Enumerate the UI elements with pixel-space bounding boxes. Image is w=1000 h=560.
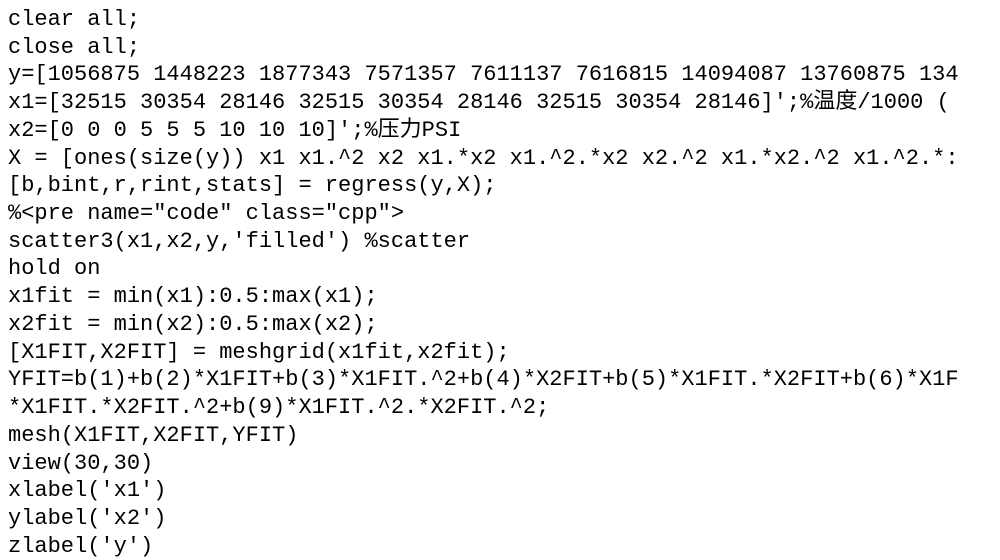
- code-line: x1fit = min(x1):0.5:max(x1);: [8, 283, 992, 311]
- code-line: close all;: [8, 34, 992, 62]
- code-line: x2=[0 0 0 5 5 5 10 10 10]';%压力PSI: [8, 117, 992, 145]
- code-block: clear all; close all; y=[1056875 1448223…: [8, 6, 992, 560]
- code-line: xlabel('x1'): [8, 477, 992, 505]
- code-line: [X1FIT,X2FIT] = meshgrid(x1fit,x2fit);: [8, 339, 992, 367]
- code-line: %<pre name="code" class="cpp">: [8, 200, 992, 228]
- code-line: X = [ones(size(y)) x1 x1.^2 x2 x1.*x2 x1…: [8, 145, 992, 173]
- code-line: x2fit = min(x2):0.5:max(x2);: [8, 311, 992, 339]
- code-line: clear all;: [8, 6, 992, 34]
- code-line: view(30,30): [8, 450, 992, 478]
- code-line: zlabel('y'): [8, 533, 992, 560]
- code-line: YFIT=b(1)+b(2)*X1FIT+b(3)*X1FIT.^2+b(4)*…: [8, 366, 992, 394]
- code-line: *X1FIT.*X2FIT.^2+b(9)*X1FIT.^2.*X2FIT.^2…: [8, 394, 992, 422]
- code-line: [b,bint,r,rint,stats] = regress(y,X);: [8, 172, 992, 200]
- code-line: scatter3(x1,x2,y,'filled') %scatter: [8, 228, 992, 256]
- code-line: hold on: [8, 255, 992, 283]
- code-line: mesh(X1FIT,X2FIT,YFIT): [8, 422, 992, 450]
- code-line: y=[1056875 1448223 1877343 7571357 76111…: [8, 61, 992, 89]
- code-line: ylabel('x2'): [8, 505, 992, 533]
- code-line: x1=[32515 30354 28146 32515 30354 28146 …: [8, 89, 992, 117]
